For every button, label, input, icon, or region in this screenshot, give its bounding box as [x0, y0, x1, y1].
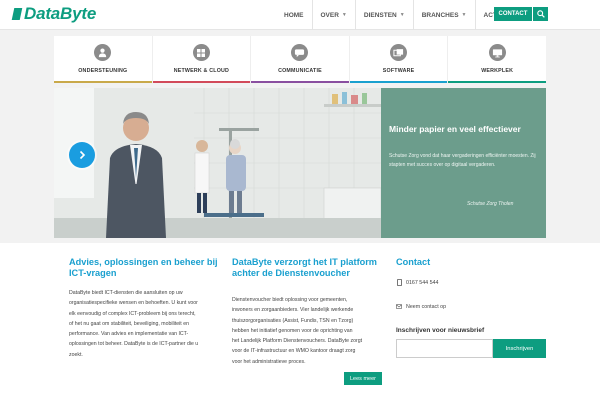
text-line: performance. Van advies en implementatie…: [69, 331, 189, 338]
tile-accent-bar: [152, 81, 251, 83]
text-line: het Landelijk Platform Dienstenvouchers.…: [232, 338, 363, 345]
chevron-down-icon: ▼: [399, 12, 405, 18]
hero-description: Schutse Zorg vond dat haar vergaderingen…: [389, 153, 536, 168]
nav-label: HOME: [284, 11, 304, 19]
nav-item-home[interactable]: HOME: [276, 0, 312, 30]
tile-communicatie[interactable]: COMMUNICATIE: [251, 36, 350, 83]
text-line: voor het administratieve proces.: [232, 358, 306, 365]
text-line: hebben het initiatief genomen voor de op…: [232, 327, 353, 334]
tile-accent-bar: [448, 81, 546, 83]
contact-title: Contact: [396, 257, 431, 267]
search-icon: [536, 10, 545, 18]
chevron-down-icon: ▼: [461, 12, 467, 18]
hero-slider: Minder papier en veel effectiever Schuts…: [54, 88, 546, 238]
contact-phone[interactable]: 0167 544 544: [396, 279, 438, 286]
tile-software[interactable]: SOFTWARE: [349, 36, 449, 83]
email-link-label: Neem contact op: [406, 303, 447, 310]
text-line: oplossingen tot beheer. DataByte is de I…: [69, 341, 199, 348]
chat-icon: [291, 44, 309, 61]
phone-number: 0167 544 544: [406, 279, 439, 286]
nav-label: DIENSTEN: [363, 11, 397, 19]
windows-icon: [390, 44, 408, 61]
person-icon: [94, 44, 112, 61]
text-line: of het nu gaat om stabiliteit, beveiligi…: [69, 320, 189, 327]
nav-label: BRANCHES: [421, 11, 459, 19]
tile-netwerk-cloud[interactable]: NETWERK & CLOUD: [152, 36, 252, 83]
phone-icon: [396, 279, 402, 286]
contact-email-link[interactable]: Neem contact op: [396, 303, 446, 310]
text-line: thuiszorgorganisaties (Assist, Fundis, T…: [232, 317, 354, 324]
content-section: Advies, oplossingen en beheer bij ICT-vr…: [0, 243, 600, 400]
text-line: inwoners en zorgaanbieders. Vier landeli…: [232, 307, 354, 314]
tile-label: NETWERK & CLOUD: [173, 68, 230, 74]
logo-text: DataByte: [24, 4, 97, 23]
hero-title: Minder papier en veel effectiever: [389, 124, 521, 134]
tile-label: COMMUNICATIE: [278, 68, 322, 74]
nav-item-diensten[interactable]: DIENSTEN ▼: [354, 0, 413, 30]
monitor-icon: [488, 44, 506, 61]
nav-label: OVER: [320, 11, 339, 19]
tile-label: SOFTWARE: [382, 68, 415, 74]
newsletter-subscribe-button[interactable]: Inschrijven: [493, 339, 546, 358]
col1-text: DataByte biedt ICT-diensten die aansluit…: [69, 288, 229, 360]
tile-label: WERKPLEK: [481, 68, 514, 74]
text-line: Dienstenvoucher biedt oplossing voor gem…: [232, 297, 348, 303]
col2-title: DataByte verzorgt het IT platform achter…: [232, 257, 377, 278]
nav-item-branches[interactable]: BRANCHES ▼: [412, 0, 475, 30]
text-line: organisatiespecifieke wensen en behoefte…: [69, 300, 198, 307]
hero-text-panel: Minder papier en veel effectiever Schuts…: [381, 88, 546, 238]
read-more-button[interactable]: Lees meer: [344, 372, 382, 385]
search-button[interactable]: [533, 7, 548, 21]
site-header: DataByte HOME OVER ▼ DIENSTEN ▼ BRANCHES ▼ …: [0, 0, 600, 30]
text-line: voor de IT-infrastructuur en WMO kantoor…: [232, 348, 356, 355]
text-line: DataByte biedt ICT-diensten die aansluit…: [69, 290, 183, 296]
hero-caption: Schutse Zorg Tholen: [467, 201, 514, 207]
chevron-down-icon: ▼: [341, 12, 347, 18]
tile-accent-bar: [349, 81, 448, 83]
tile-ondersteuning[interactable]: ONDERSTEUNING: [54, 36, 153, 83]
contact-button[interactable]: CONTACT: [494, 7, 532, 21]
service-tiles: ONDERSTEUNING NETWERK & CLOUD COMMUNICAT…: [54, 36, 546, 83]
hero-photo: [54, 88, 381, 238]
tile-accent-bar: [54, 81, 152, 83]
newsletter-title: Inschrijven voor nieuwsbrief: [396, 327, 485, 334]
tile-label: ONDERSTEUNING: [78, 68, 128, 74]
text-line: zoekt.: [69, 351, 83, 358]
nav-item-over[interactable]: OVER ▼: [311, 0, 355, 30]
main-nav: HOME OVER▼ DIENSTEN▼ BRANCHES▼ ACTUEEL▼: [276, 0, 530, 30]
logo-mark-icon: [11, 8, 23, 20]
network-grid-icon: [192, 44, 210, 61]
tile-werkplek[interactable]: WERKPLEK: [448, 36, 546, 83]
newsletter-email-input[interactable]: [396, 339, 493, 358]
email-icon: [396, 303, 402, 310]
text-line: elk eenvoudig of complex ICT-probleem bi…: [69, 310, 196, 317]
slider-next-button[interactable]: [69, 142, 95, 168]
chevron-right-icon: [79, 150, 86, 160]
care-room-illustration: [54, 88, 381, 238]
col1-title: Advies, oplossingen en beheer bij ICT-vr…: [69, 257, 218, 278]
tile-accent-bar: [251, 81, 349, 83]
col2-text: Dienstenvoucher biedt oplossing voor gem…: [232, 295, 392, 367]
logo[interactable]: DataByte: [11, 4, 97, 24]
